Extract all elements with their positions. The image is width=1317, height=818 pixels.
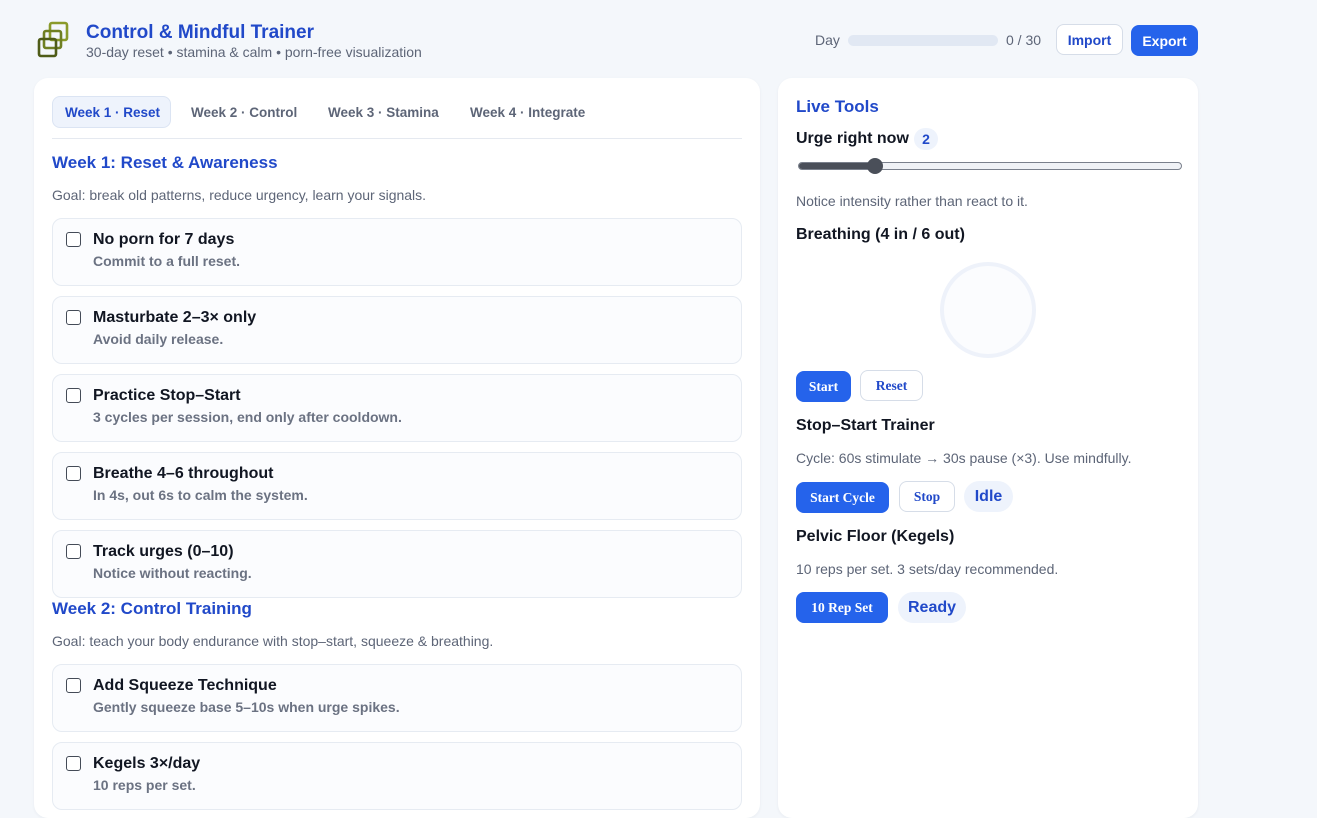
- kegels-label: Pelvic Floor (Kegels): [796, 528, 955, 545]
- urge-slider[interactable]: [798, 158, 1182, 174]
- app-header: Control & Mindful Trainer 30-day reset •…: [0, 0, 1317, 78]
- urge-hint: Notice intensity rather than react to it…: [796, 193, 1028, 209]
- app-title: Control & Mindful Trainer: [86, 22, 314, 43]
- tab-week-2[interactable]: Week 2 · Control: [179, 96, 309, 128]
- task-item: Kegels 3×/day 10 reps per set.: [52, 742, 742, 810]
- tab-week-4[interactable]: Week 4 · Integrate: [458, 96, 597, 128]
- task-checkbox[interactable]: [66, 544, 81, 559]
- stop-start-desc: Cycle: 60s stimulate → 30s pause (×3). U…: [796, 450, 1132, 466]
- task-title: Masturbate 2–3× only: [93, 309, 257, 326]
- task-item: No porn for 7 days Commit to a full rese…: [52, 218, 742, 286]
- plan-panel: Week 1 · Reset Week 2 · Control Week 3 ·…: [34, 78, 760, 818]
- kegels-desc: 10 reps per set. 3 sets/day recommended.: [796, 561, 1059, 577]
- urge-value-badge: 2: [914, 128, 938, 150]
- task-title: Breathe 4–6 throughout: [93, 465, 274, 482]
- task-checkbox[interactable]: [66, 466, 81, 481]
- app-subtitle: 30-day reset • stamina & calm • porn-fre…: [86, 44, 422, 60]
- task-desc: Avoid daily release.: [93, 331, 224, 347]
- task-checkbox[interactable]: [66, 388, 81, 403]
- task-desc: 3 cycles per session, end only after coo…: [93, 409, 402, 425]
- export-button[interactable]: Export: [1131, 25, 1198, 56]
- layered-squares-icon: [37, 21, 69, 58]
- import-button[interactable]: Import: [1056, 24, 1123, 55]
- task-title: Track urges (0–10): [93, 543, 234, 560]
- task-desc: In 4s, out 6s to calm the system.: [93, 487, 308, 503]
- task-title: Practice Stop–Start: [93, 387, 241, 404]
- breathing-start-button[interactable]: Start: [796, 371, 851, 402]
- task-item: Practice Stop–Start 3 cycles per session…: [52, 374, 742, 442]
- task-item: Breathe 4–6 throughout In 4s, out 6s to …: [52, 452, 742, 520]
- task-item: Add Squeeze Technique Gently squeeze bas…: [52, 664, 742, 732]
- breathing-reset-button[interactable]: Reset: [860, 370, 923, 401]
- task-title: No porn for 7 days: [93, 231, 235, 248]
- task-checkbox[interactable]: [66, 756, 81, 771]
- live-tools-title: Live Tools: [796, 97, 879, 116]
- kegels-status-badge: Ready: [898, 592, 966, 623]
- week-tabs: Week 1 · Reset Week 2 · Control Week 3 ·…: [52, 96, 742, 139]
- stop-cycle-button[interactable]: Stop: [899, 481, 955, 512]
- task-item: Masturbate 2–3× only Avoid daily release…: [52, 296, 742, 364]
- kegel-set-button[interactable]: 10 Rep Set: [796, 592, 888, 623]
- week-2-title: Week 2: Control Training: [52, 599, 252, 618]
- breathing-circle: [940, 262, 1036, 358]
- task-checkbox[interactable]: [66, 678, 81, 693]
- stop-start-label: Stop–Start Trainer: [796, 417, 935, 434]
- week-1-title: Week 1: Reset & Awareness: [52, 153, 278, 172]
- task-checkbox[interactable]: [66, 310, 81, 325]
- day-label: Day: [815, 32, 840, 48]
- day-progress-bar: [848, 35, 998, 46]
- task-desc: Notice without reacting.: [93, 565, 252, 581]
- week-2-goal: Goal: teach your body endurance with sto…: [52, 633, 494, 649]
- day-count: 0 / 30: [1006, 32, 1042, 48]
- start-cycle-button[interactable]: Start Cycle: [796, 482, 889, 513]
- task-desc: Gently squeeze base 5–10s when urge spik…: [93, 699, 400, 715]
- tab-week-3[interactable]: Week 3 · Stamina: [316, 96, 451, 128]
- task-title: Kegels 3×/day: [93, 755, 201, 772]
- week-1-goal: Goal: break old patterns, reduce urgency…: [52, 187, 427, 203]
- stop-start-status-badge: Idle: [964, 481, 1013, 512]
- task-title: Add Squeeze Technique: [93, 677, 277, 694]
- task-desc: Commit to a full reset.: [93, 253, 241, 269]
- live-tools-panel: Live Tools Urge right now 2 Notice inten…: [778, 78, 1198, 818]
- urge-slider-fill: [799, 163, 876, 169]
- breathing-label: Breathing (4 in / 6 out): [796, 226, 965, 243]
- tab-week-1[interactable]: Week 1 · Reset: [52, 96, 171, 128]
- task-desc: 10 reps per set.: [93, 777, 196, 793]
- task-item: Track urges (0–10) Notice without reacti…: [52, 530, 742, 598]
- urge-label: Urge right now: [796, 130, 909, 147]
- urge-slider-thumb[interactable]: [867, 158, 884, 174]
- task-checkbox[interactable]: [66, 232, 81, 247]
